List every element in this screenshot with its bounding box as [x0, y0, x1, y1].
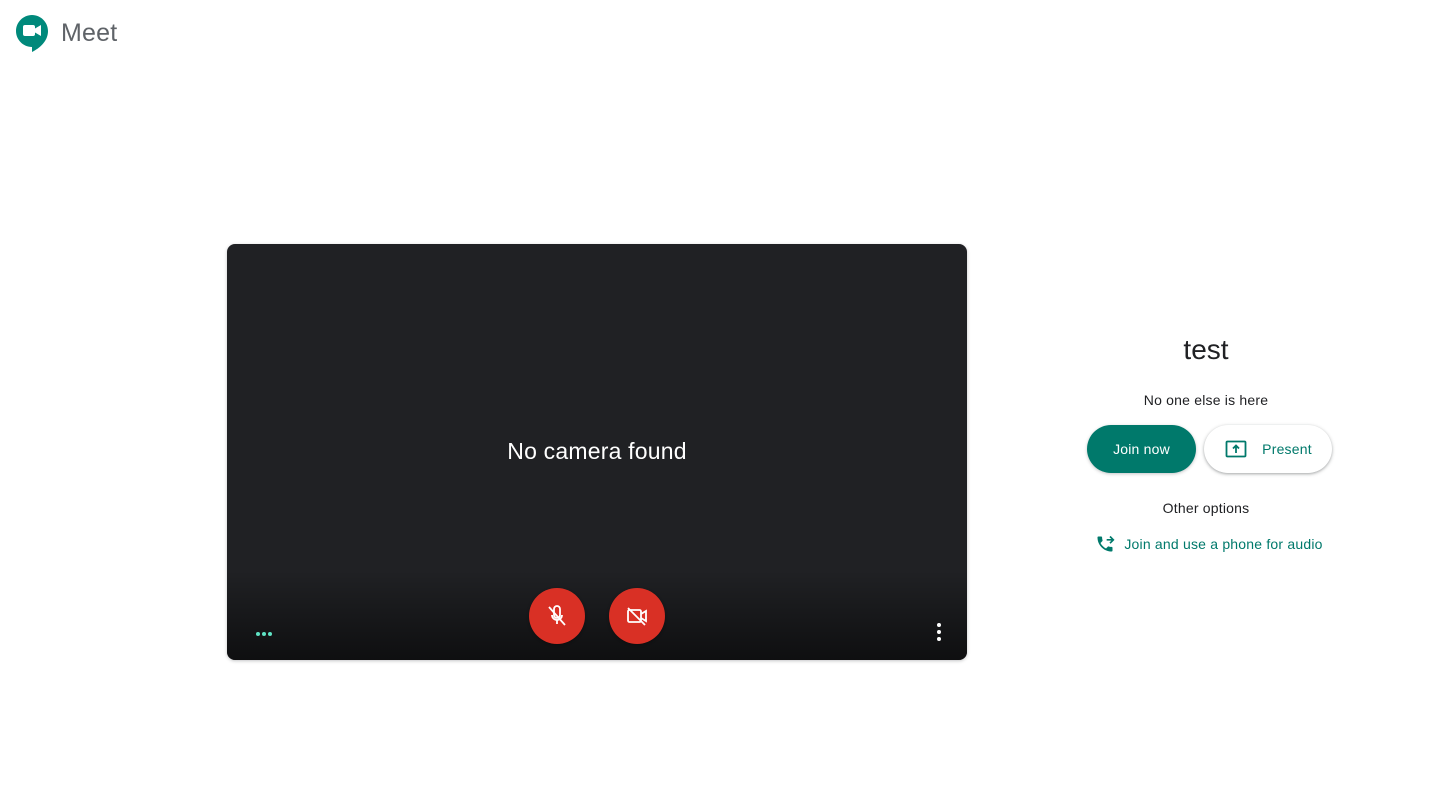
app-header: Meet [16, 14, 117, 54]
camera-preview: No camera found [227, 244, 967, 660]
present-button-label: Present [1262, 441, 1312, 457]
join-now-button[interactable]: Join now [1087, 425, 1196, 473]
app-title: Meet [61, 18, 118, 47]
join-phone-audio-link[interactable]: Join and use a phone for audio [1076, 534, 1336, 554]
google-meet-logo-icon[interactable] [16, 15, 48, 53]
join-actions: Join now Present [1076, 425, 1336, 473]
phone-audio-label: Join and use a phone for audio [1124, 536, 1323, 552]
present-to-all-icon [1225, 440, 1247, 458]
mic-toggle-button[interactable] [529, 588, 585, 644]
audio-level-dots-icon [256, 632, 272, 636]
join-panel: test No one else is here Join now Presen… [1076, 330, 1336, 554]
other-options-label: Other options [1162, 500, 1250, 516]
mic-off-icon [548, 605, 566, 626]
no-camera-message: No camera found [507, 438, 687, 464]
camera-toggle-button[interactable] [609, 588, 665, 644]
more-vert-icon [937, 623, 941, 641]
more-options-button[interactable] [927, 620, 951, 644]
meeting-name: test [1183, 334, 1229, 365]
present-button[interactable]: Present [1204, 425, 1332, 473]
preview-gradient [227, 570, 967, 660]
phone-forwarded-icon [1097, 535, 1115, 552]
participants-status: No one else is here [1143, 392, 1269, 408]
videocam-off-icon [627, 607, 647, 626]
